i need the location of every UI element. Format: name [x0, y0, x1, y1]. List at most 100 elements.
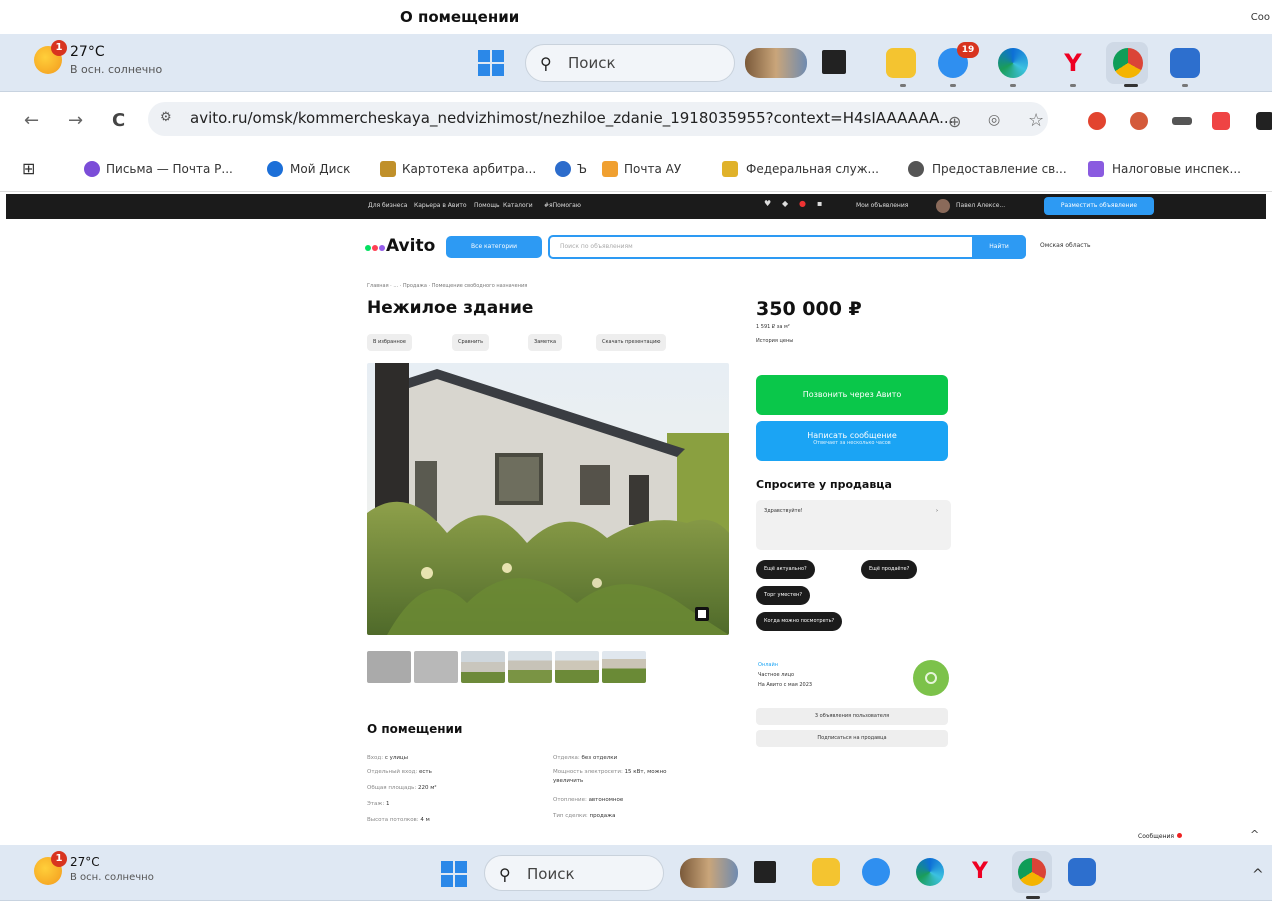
- weather-widget[interactable]: 1 27°C В осн. солнечно: [34, 851, 194, 893]
- cart-icon[interactable]: ▪: [817, 199, 822, 208]
- widgets-news-icon[interactable]: [745, 48, 807, 78]
- chrome-icon[interactable]: [1113, 48, 1143, 78]
- taskbar-search[interactable]: ⚲ Поиск: [484, 855, 664, 891]
- seller-avatar[interactable]: [913, 660, 949, 696]
- eye-off-icon[interactable]: ◎: [988, 112, 1000, 128]
- photo-thumbnail[interactable]: [461, 651, 505, 683]
- bookmark-item[interactable]: Письма — Почта Р...: [106, 162, 233, 176]
- photo-thumbnail[interactable]: [555, 651, 599, 683]
- notes-app-icon[interactable]: [1068, 858, 1096, 886]
- ask-seller-title: Спросите у продавца: [756, 478, 892, 491]
- note-button[interactable]: Заметка: [528, 334, 563, 351]
- download-presentation-button[interactable]: Скачать презентацию: [596, 334, 667, 351]
- user-avatar[interactable]: [936, 199, 950, 213]
- quick-question-chip[interactable]: Торг уместен?: [756, 586, 810, 605]
- edge-icon[interactable]: [916, 858, 944, 886]
- user-name-link[interactable]: Павел Алексе...: [956, 202, 1005, 209]
- property-row: Тип сделки: продажа: [553, 813, 616, 819]
- file-explorer-icon[interactable]: [812, 858, 840, 886]
- photo-thumbnail[interactable]: [414, 651, 458, 683]
- zoom-icon[interactable]: ⊕: [948, 112, 961, 131]
- quick-question-chip[interactable]: Ещё актуально?: [756, 560, 815, 579]
- reload-button[interactable]: C: [112, 110, 125, 131]
- listing-title: Нежилое здание: [367, 298, 534, 318]
- apps-grid-icon[interactable]: ⊞: [22, 159, 35, 178]
- file-explorer-icon[interactable]: [886, 48, 916, 78]
- favorite-button[interactable]: В избранное: [367, 334, 412, 351]
- unread-dot: [1177, 833, 1183, 838]
- bookmark-item[interactable]: Ъ: [577, 162, 587, 176]
- forward-button[interactable]: →: [68, 110, 83, 131]
- nav-link[interactable]: Помощь: [474, 202, 500, 209]
- my-ads-link[interactable]: Мои объявления: [856, 202, 908, 209]
- messages-chevron-icon[interactable]: ^: [1250, 828, 1259, 841]
- region-selector[interactable]: Омская область: [1040, 242, 1091, 249]
- windows-start-icon[interactable]: [441, 861, 467, 887]
- taskbar-top: 1 27°C В осн. солнечно ⚲ Поиск 19 Y: [0, 34, 1272, 92]
- quick-question-chip[interactable]: Когда можно посмотреть?: [756, 612, 843, 631]
- task-view-icon[interactable]: [754, 861, 776, 883]
- back-button[interactable]: ←: [24, 110, 39, 131]
- bookmark-item[interactable]: Картотека арбитра...: [402, 162, 536, 176]
- nav-link[interactable]: Каталоги: [503, 202, 533, 209]
- yandex-browser-icon[interactable]: Y: [1058, 48, 1088, 78]
- weather-widget[interactable]: 1 27°C В осн. солнечно: [34, 40, 194, 82]
- photo-thumbnail[interactable]: [602, 651, 646, 683]
- extension-red-icon[interactable]: [1088, 112, 1106, 130]
- windows-start-icon[interactable]: [478, 50, 504, 76]
- breadcrumb[interactable]: Главная · ... · Продажа · Помещение своб…: [367, 283, 527, 289]
- property-row: увеличить: [553, 778, 584, 784]
- all-categories-button[interactable]: Все категории: [446, 236, 542, 258]
- extension-dark-icon[interactable]: [1256, 112, 1272, 130]
- photo-thumbnail[interactable]: [367, 651, 411, 683]
- bookmark-item[interactable]: Предоставление св...: [932, 162, 1067, 176]
- extension-avatar-icon[interactable]: [1130, 112, 1148, 130]
- main-photo[interactable]: [367, 363, 729, 635]
- extension-gray-icon[interactable]: [1172, 117, 1192, 125]
- notifications-bell-icon[interactable]: ◆: [782, 199, 788, 208]
- nav-link[interactable]: Для бизнеса: [368, 202, 407, 209]
- bookmark-star-icon[interactable]: ☆: [1028, 110, 1044, 131]
- yandex-browser-icon[interactable]: Y: [966, 858, 994, 886]
- widgets-news-icon[interactable]: [680, 858, 738, 888]
- subscribe-button[interactable]: Подписаться на продавца: [756, 730, 948, 747]
- notes-app-icon[interactable]: [1170, 48, 1200, 78]
- window-title-strip: О помещении Coo: [0, 0, 1272, 34]
- extension-red-square-icon[interactable]: [1212, 112, 1230, 130]
- seller-status: Онлайн: [758, 662, 778, 668]
- send-arrow-icon[interactable]: ›: [936, 508, 938, 514]
- task-view-icon[interactable]: [822, 50, 846, 74]
- bookmark-item[interactable]: Федеральная служ...: [746, 162, 879, 176]
- bookmark-item[interactable]: Почта АУ: [624, 162, 681, 176]
- address-bar[interactable]: ⚙ avito.ru/omsk/kommercheskaya_nedvizhim…: [148, 102, 1048, 136]
- find-button[interactable]: Найти: [972, 235, 1026, 259]
- edge-icon[interactable]: [998, 48, 1028, 78]
- telegram-icon[interactable]: [862, 858, 890, 886]
- nav-link[interactable]: #яПомогаю: [544, 202, 581, 209]
- post-ad-button[interactable]: Разместить объявление: [1044, 197, 1154, 215]
- messages-widget[interactable]: Сообщения: [1138, 833, 1183, 840]
- search-placeholder: Поиск по объявлениям: [560, 243, 633, 250]
- chrome-icon[interactable]: [1018, 858, 1046, 886]
- seller-ads-button[interactable]: 3 объявления пользователя: [756, 708, 948, 725]
- site-info-icon[interactable]: ⚙: [160, 110, 172, 125]
- taskbar-search-label: Поиск: [568, 54, 616, 72]
- favorites-heart-icon[interactable]: ♥: [764, 199, 771, 208]
- taskbar-search[interactable]: ⚲ Поиск: [525, 44, 735, 82]
- nav-link[interactable]: Карьера в Авито: [414, 202, 467, 209]
- photo-thumbnail[interactable]: [508, 651, 552, 683]
- avito-logo[interactable]: Avito: [365, 236, 435, 256]
- ask-seller-input[interactable]: Здравствуйте! ›: [756, 500, 951, 550]
- call-button[interactable]: Позвонить через Авито: [756, 375, 948, 415]
- price-history-link[interactable]: История цены: [756, 338, 793, 344]
- compare-button[interactable]: Сравнить: [452, 334, 490, 351]
- bookmark-item[interactable]: Мой Диск: [290, 162, 350, 176]
- messages-icon[interactable]: ●: [799, 199, 806, 208]
- message-button[interactable]: Написать сообщение Отвечает за несколько…: [756, 421, 948, 461]
- mail-bookmark-icon: [84, 161, 100, 177]
- seller-type[interactable]: Частное лицо: [758, 672, 794, 678]
- tray-overflow-icon[interactable]: ^: [1252, 867, 1264, 883]
- avito-search-input[interactable]: Поиск по объявлениям Найти: [548, 235, 1026, 259]
- quick-question-chip[interactable]: Ещё продаёте?: [861, 560, 918, 579]
- bookmark-item[interactable]: Налоговые инспек...: [1112, 162, 1241, 176]
